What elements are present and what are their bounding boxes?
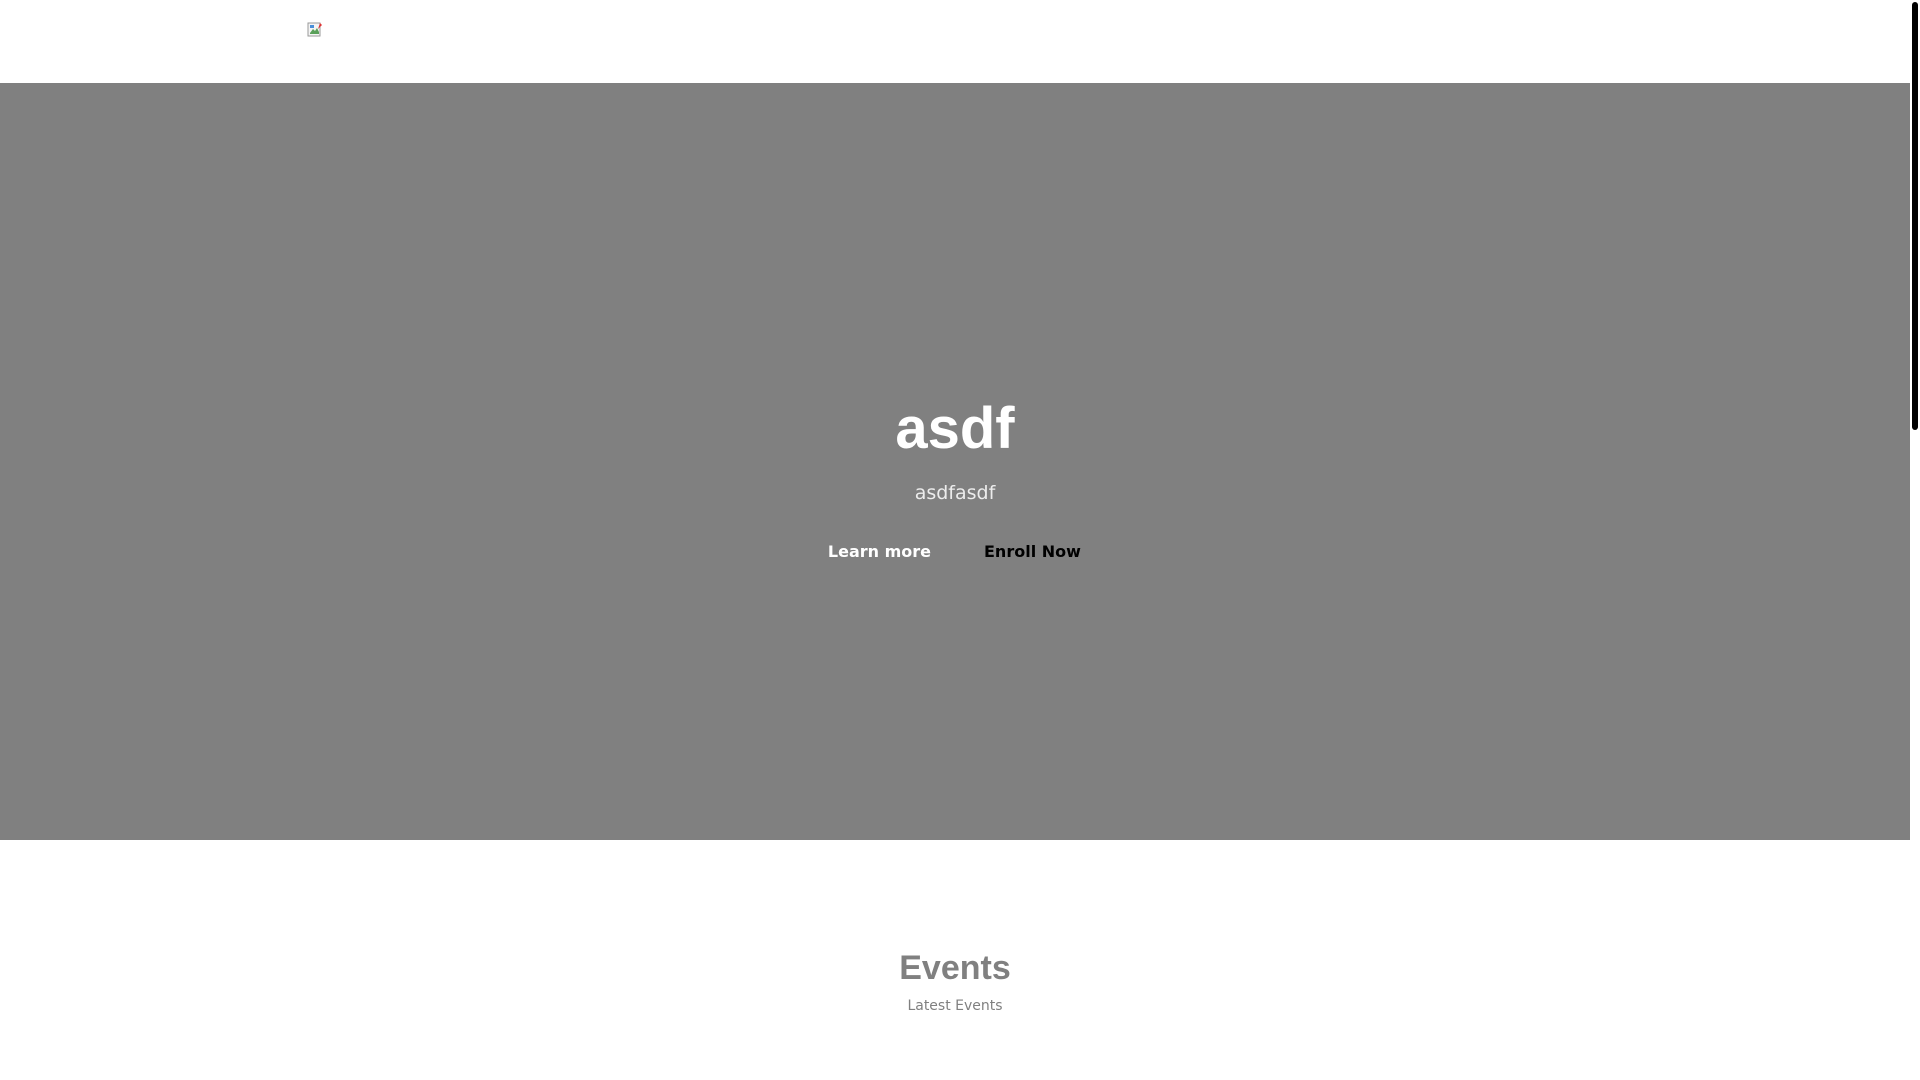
site-header [0,0,1910,83]
learn-more-button[interactable]: Learn more [793,544,931,560]
logo-link[interactable] [307,22,323,38]
events-section: Events Latest Events [0,840,1910,1080]
hero-title: asdf [895,396,1015,461]
events-subtitle: Latest Events [907,998,1003,1014]
scrollbar-thumb[interactable] [1912,2,1918,430]
hero-actions: Learn more Enroll Now [0,544,1910,560]
hero-section: asdf asdfasdf Learn more Enroll Now [0,83,1910,840]
vertical-scrollbar[interactable] [1910,0,1920,1080]
page: asdf asdfasdf Learn more Enroll Now Even… [0,0,1920,1080]
enroll-now-button[interactable]: Enroll Now [984,544,1109,560]
broken-image-icon [307,22,323,38]
events-title: Events [899,949,1011,987]
hero-subtitle: asdfasdf [914,482,996,504]
